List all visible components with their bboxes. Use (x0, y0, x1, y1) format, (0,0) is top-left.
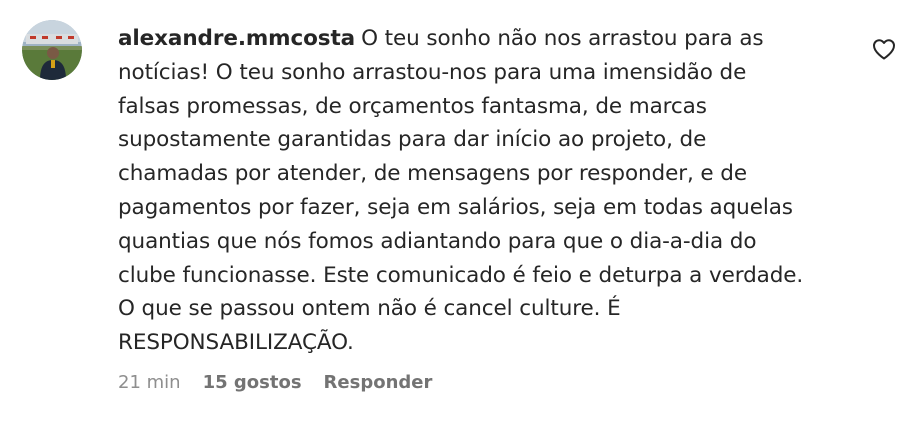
avatar-image (22, 20, 82, 80)
likes-count[interactable]: 15 gostos (203, 372, 302, 393)
comment-text-line: chamadas por atender, de mensagens por r… (118, 161, 747, 187)
reply-button[interactable]: Responder (324, 372, 433, 393)
comment-text-line: falsas promessas, de orçamentos fantasma… (118, 93, 707, 119)
comment-meta: 21 min 15 gostos Responder (118, 372, 432, 393)
comment-text-line: clube funcionasse. Este comunicado é fei… (118, 262, 804, 288)
comment-text-line: O que se passou ontem não é cancel cultu… (118, 296, 621, 322)
comment-first-line: alexandre.mmcosta O teu sonho não nos arr… (118, 22, 858, 56)
comment-time: 21 min (118, 372, 181, 393)
username[interactable]: alexandre.mmcosta (118, 26, 355, 51)
comment-text-line: RESPONSABILIZAÇÃO. (118, 330, 354, 356)
comment-body: alexandre.mmcosta O teu sonho não nos arr… (118, 22, 858, 360)
heart-icon[interactable] (872, 38, 896, 60)
comment-text-line: quantias que nós fomos adiantando para q… (118, 228, 757, 254)
comment-text-line: pagamentos por fazer, seja em salários, … (118, 194, 793, 220)
comment-text-line: notícias! O teu sonho arrastou-nos para … (118, 59, 747, 85)
comment: alexandre.mmcosta O teu sonho não nos arr… (0, 0, 920, 432)
comment-text-line: supostamente garantidas para dar início … (118, 127, 707, 153)
comment-text-line: O teu sonho não nos arrastou para as (361, 26, 764, 51)
avatar[interactable] (22, 20, 82, 80)
